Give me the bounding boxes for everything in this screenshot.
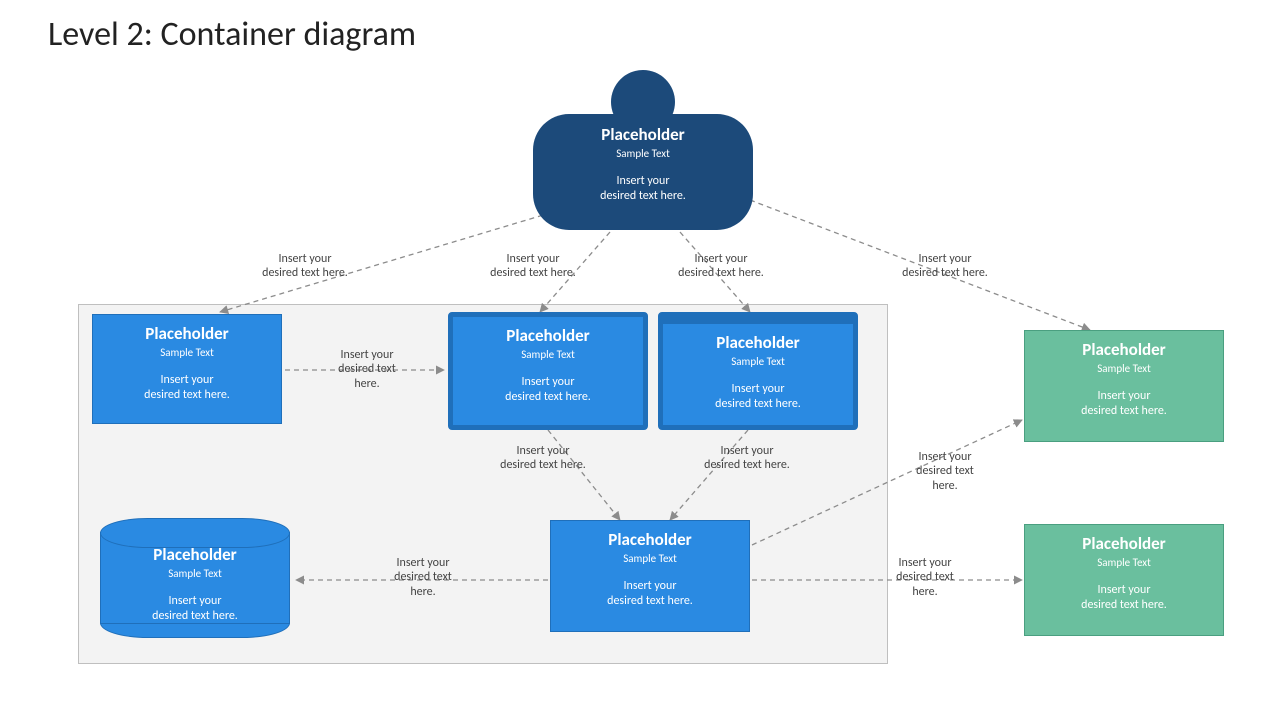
node-title: Placeholder [105,325,269,344]
node-body: Insert yourdesired text here. [675,382,841,412]
node-body: Insert yourdesired text here. [533,174,753,204]
external-system-2: Placeholder Sample Text Insert yourdesir… [1024,524,1224,636]
person-body: Placeholder Sample Text Insert yourdesir… [533,114,753,230]
edge-label: Insert yourdesired text here. [250,252,360,281]
edge-label: Insert yourdesired text here. [692,444,802,473]
container-mobile-app: Placeholder Sample Text Insert yourdesir… [658,312,858,430]
node-subtitle: Sample Text [105,346,269,359]
edge-label: Insert yourdesired text here. [666,252,776,281]
actor-person: Placeholder Sample Text Insert yourdesir… [533,70,753,230]
node-subtitle: Sample Text [1037,556,1211,569]
node-title: Placeholder [465,327,631,346]
container-spa: Placeholder Sample Text Insert yourdesir… [448,312,648,430]
node-body: Insert yourdesired text here. [1037,583,1211,613]
node-title: Placeholder [1037,341,1211,360]
node-body: Insert yourdesired text here. [1037,389,1211,419]
container-database: Placeholder Sample Text Insert yourdesir… [100,518,290,638]
node-title: Placeholder [533,124,753,145]
external-system-1: Placeholder Sample Text Insert yourdesir… [1024,330,1224,442]
edge-label: Insert yourdesired texthere. [890,450,1000,493]
node-subtitle: Sample Text [112,567,278,580]
node-subtitle: Sample Text [533,147,753,160]
page-title: Level 2: Container diagram [48,14,416,55]
edge-label: Insert yourdesired text here. [488,444,598,473]
node-body: Insert yourdesired text here. [465,375,631,405]
node-body: Insert yourdesired text here. [112,594,278,624]
container-web-app: Placeholder Sample Text Insert yourdesir… [92,314,282,424]
node-title: Placeholder [112,544,278,565]
node-title: Placeholder [675,334,841,353]
node-content: Placeholder Sample Text Insert yourdesir… [100,538,290,624]
slide: Level 2: Container diagram [0,0,1280,720]
edge-label: Insert yourdesired texthere. [870,556,980,599]
edge-label: Insert yourdesired texthere. [368,556,478,599]
node-subtitle: Sample Text [1037,362,1211,375]
node-title: Placeholder [563,531,737,550]
container-api: Placeholder Sample Text Insert yourdesir… [550,520,750,632]
edge-label: Insert yourdesired text here. [478,252,588,281]
node-body: Insert yourdesired text here. [105,373,269,403]
node-subtitle: Sample Text [465,348,631,361]
edge-label: Insert yourdesired text here. [890,252,1000,281]
edge-label: Insert yourdesired texthere. [312,348,422,391]
node-title: Placeholder [1037,535,1211,554]
node-subtitle: Sample Text [563,552,737,565]
node-body: Insert yourdesired text here. [563,579,737,609]
node-subtitle: Sample Text [675,355,841,368]
